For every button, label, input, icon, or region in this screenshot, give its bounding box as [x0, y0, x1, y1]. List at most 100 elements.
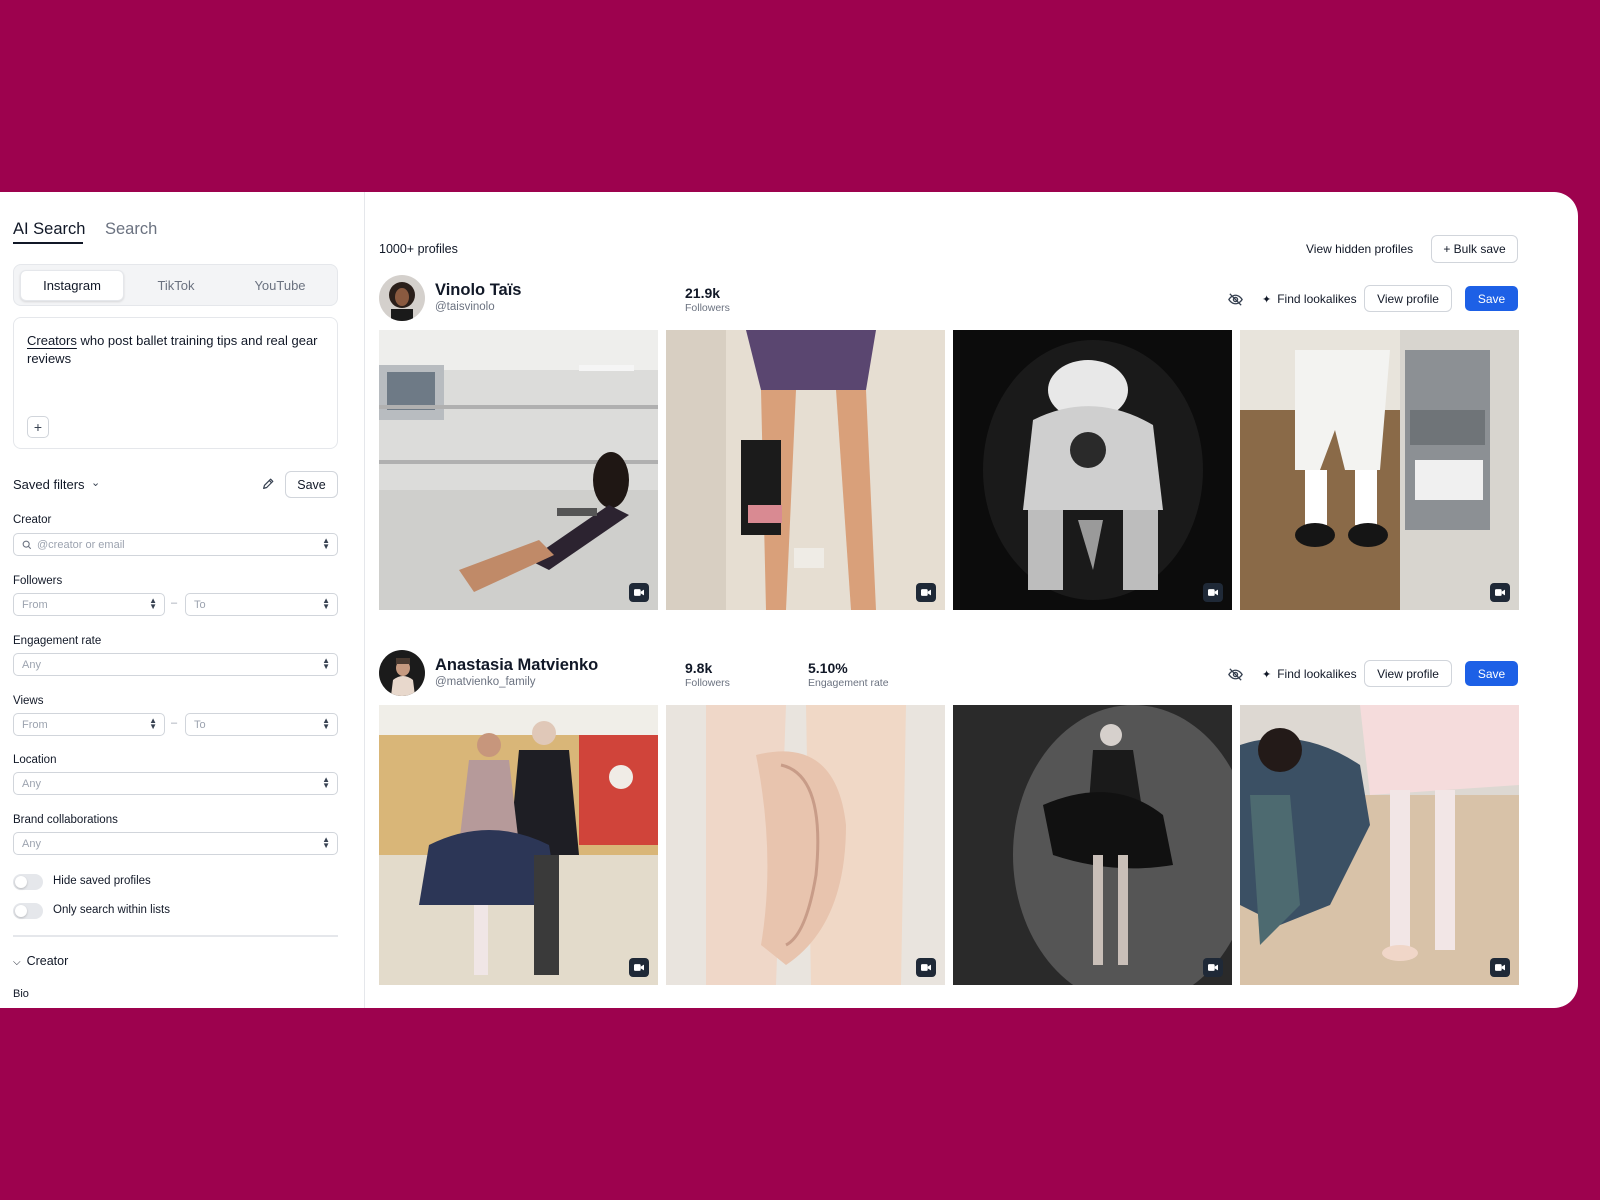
find-lookalikes-label: Find lookalikes: [1277, 292, 1357, 306]
media-row: [379, 705, 1519, 985]
pencil-icon[interactable]: [261, 477, 275, 491]
platform-youtube[interactable]: YouTube: [228, 270, 332, 301]
media-thumbnail[interactable]: [953, 330, 1232, 610]
brand-collaborations-label: Brand collaborations: [13, 814, 118, 826]
video-icon: [1490, 958, 1510, 977]
followers-count: 9.8k: [685, 660, 713, 676]
followers-label: Followers: [685, 302, 730, 314]
location-label: Location: [13, 754, 57, 766]
profile-handle: @taisvinolo: [435, 301, 495, 313]
views-label: Views: [13, 695, 44, 707]
video-icon: [1490, 583, 1510, 602]
media-thumbnail[interactable]: [953, 705, 1232, 985]
creator-section-header[interactable]: ⌵ Creator: [13, 954, 68, 968]
profile-name[interactable]: Anastasia Matvienko: [435, 656, 598, 675]
location-select[interactable]: Any ▲ ▼: [13, 772, 338, 795]
eye-off-icon[interactable]: [1227, 666, 1244, 683]
video-icon: [916, 583, 936, 602]
ai-prompt-input[interactable]: Creators who post ballet training tips a…: [13, 317, 338, 449]
stepper-icon: ▲ ▼: [149, 716, 157, 731]
followers-stat: 9.8k Followers: [685, 660, 730, 689]
tab-search[interactable]: Search: [105, 220, 157, 239]
stepper-icon: ▲ ▼: [322, 596, 330, 611]
active-tab-indicator: [13, 242, 83, 244]
engagement-value: 5.10%: [808, 660, 848, 676]
results-panel: 1000+ profiles View hidden profiles + Bu…: [366, 192, 1578, 1008]
location-value: Any: [22, 777, 41, 790]
media-thumbnail[interactable]: [1240, 330, 1519, 610]
view-profile-button[interactable]: View profile: [1364, 285, 1452, 312]
followers-label: Followers: [685, 677, 730, 689]
video-icon: [1203, 958, 1223, 977]
video-icon: [629, 958, 649, 977]
saved-filters-dropdown[interactable]: Saved filters: [13, 477, 85, 492]
stepper-icon: ▲ ▼: [322, 656, 330, 671]
creator-placeholder: @creator or email: [37, 538, 125, 551]
find-lookalikes-button[interactable]: ✦ Find lookalikes: [1262, 667, 1357, 681]
creator-label: Creator: [13, 514, 52, 526]
engagement-label: Engagement rate: [808, 677, 889, 689]
avatar[interactable]: [379, 275, 425, 321]
video-icon: [629, 583, 649, 602]
saved-filters-row: Saved filters ⌄ Save: [13, 471, 338, 499]
sparkle-icon: ✦: [1262, 294, 1272, 306]
creator-section-label: Creator: [26, 954, 69, 968]
stepper-icon: ▲ ▼: [322, 536, 330, 551]
followers-from-input[interactable]: From ▲ ▼: [13, 593, 165, 616]
profile-handle: @matvienko_family: [435, 676, 536, 688]
engagement-select[interactable]: Any ▲ ▼: [13, 653, 338, 676]
media-thumbnail[interactable]: [666, 705, 945, 985]
stepper-icon: ▲ ▼: [149, 596, 157, 611]
engagement-value: Any: [22, 658, 41, 671]
views-to-input[interactable]: To ▲ ▼: [185, 713, 338, 736]
video-icon: [1203, 583, 1223, 602]
media-thumbnail[interactable]: [666, 330, 945, 610]
media-thumbnail[interactable]: [379, 705, 658, 985]
engagement-label: Engagement rate: [13, 635, 102, 647]
eye-off-icon[interactable]: [1227, 291, 1244, 308]
tab-ai-search[interactable]: AI Search: [13, 220, 85, 239]
save-profile-button[interactable]: Save: [1465, 286, 1518, 311]
media-row: [379, 330, 1519, 610]
results-count: 1000+ profiles: [379, 242, 458, 256]
hide-saved-toggle[interactable]: [13, 874, 43, 890]
profile-name[interactable]: Vinolo Taïs: [435, 281, 522, 300]
range-dash: –: [171, 597, 178, 609]
view-profile-button[interactable]: View profile: [1364, 660, 1452, 687]
only-lists-label: Only search within lists: [53, 904, 170, 916]
platform-instagram[interactable]: Instagram: [20, 270, 124, 301]
followers-count: 21.9k: [685, 285, 721, 301]
followers-from-placeholder: From: [22, 598, 48, 611]
media-thumbnail[interactable]: [379, 330, 658, 610]
platform-selector: Instagram TikTok YouTube: [13, 264, 338, 306]
brand-collaborations-select[interactable]: Any ▲ ▼: [13, 832, 338, 855]
find-lookalikes-button[interactable]: ✦ Find lookalikes: [1262, 292, 1357, 306]
chevron-down-icon: ⌄: [91, 477, 101, 489]
followers-stat: 21.9k Followers: [685, 285, 730, 314]
views-from-placeholder: From: [22, 718, 48, 731]
engagement-stat: 5.10% Engagement rate: [808, 660, 889, 689]
save-filters-button[interactable]: Save: [285, 471, 338, 498]
views-from-input[interactable]: From ▲ ▼: [13, 713, 165, 736]
avatar[interactable]: [379, 650, 425, 696]
brand-value: Any: [22, 837, 41, 850]
platform-tiktok[interactable]: TikTok: [124, 270, 228, 301]
save-profile-button[interactable]: Save: [1465, 661, 1518, 686]
views-to-placeholder: To: [194, 718, 206, 731]
add-attachment-button[interactable]: +: [27, 416, 49, 438]
section-divider: [13, 935, 338, 937]
creator-search-input[interactable]: @creator or email ▲ ▼: [13, 533, 338, 556]
view-hidden-profiles-link[interactable]: View hidden profiles: [1306, 242, 1413, 256]
media-thumbnail[interactable]: [1240, 705, 1519, 985]
followers-to-input[interactable]: To ▲ ▼: [185, 593, 338, 616]
bulk-save-button[interactable]: + Bulk save: [1431, 235, 1518, 263]
prompt-text: Creators who post ballet training tips a…: [27, 332, 324, 368]
only-lists-toggle[interactable]: [13, 903, 43, 919]
stepper-icon: ▲ ▼: [322, 835, 330, 850]
chevron-down-icon: ⌵: [13, 957, 21, 968]
app-window: AI Search Search Instagram TikTok YouTub…: [0, 192, 1578, 1008]
range-dash: –: [171, 717, 178, 729]
stepper-icon: ▲ ▼: [322, 775, 330, 790]
followers-to-placeholder: To: [194, 598, 206, 611]
filter-sidebar: AI Search Search Instagram TikTok YouTub…: [0, 192, 365, 1008]
